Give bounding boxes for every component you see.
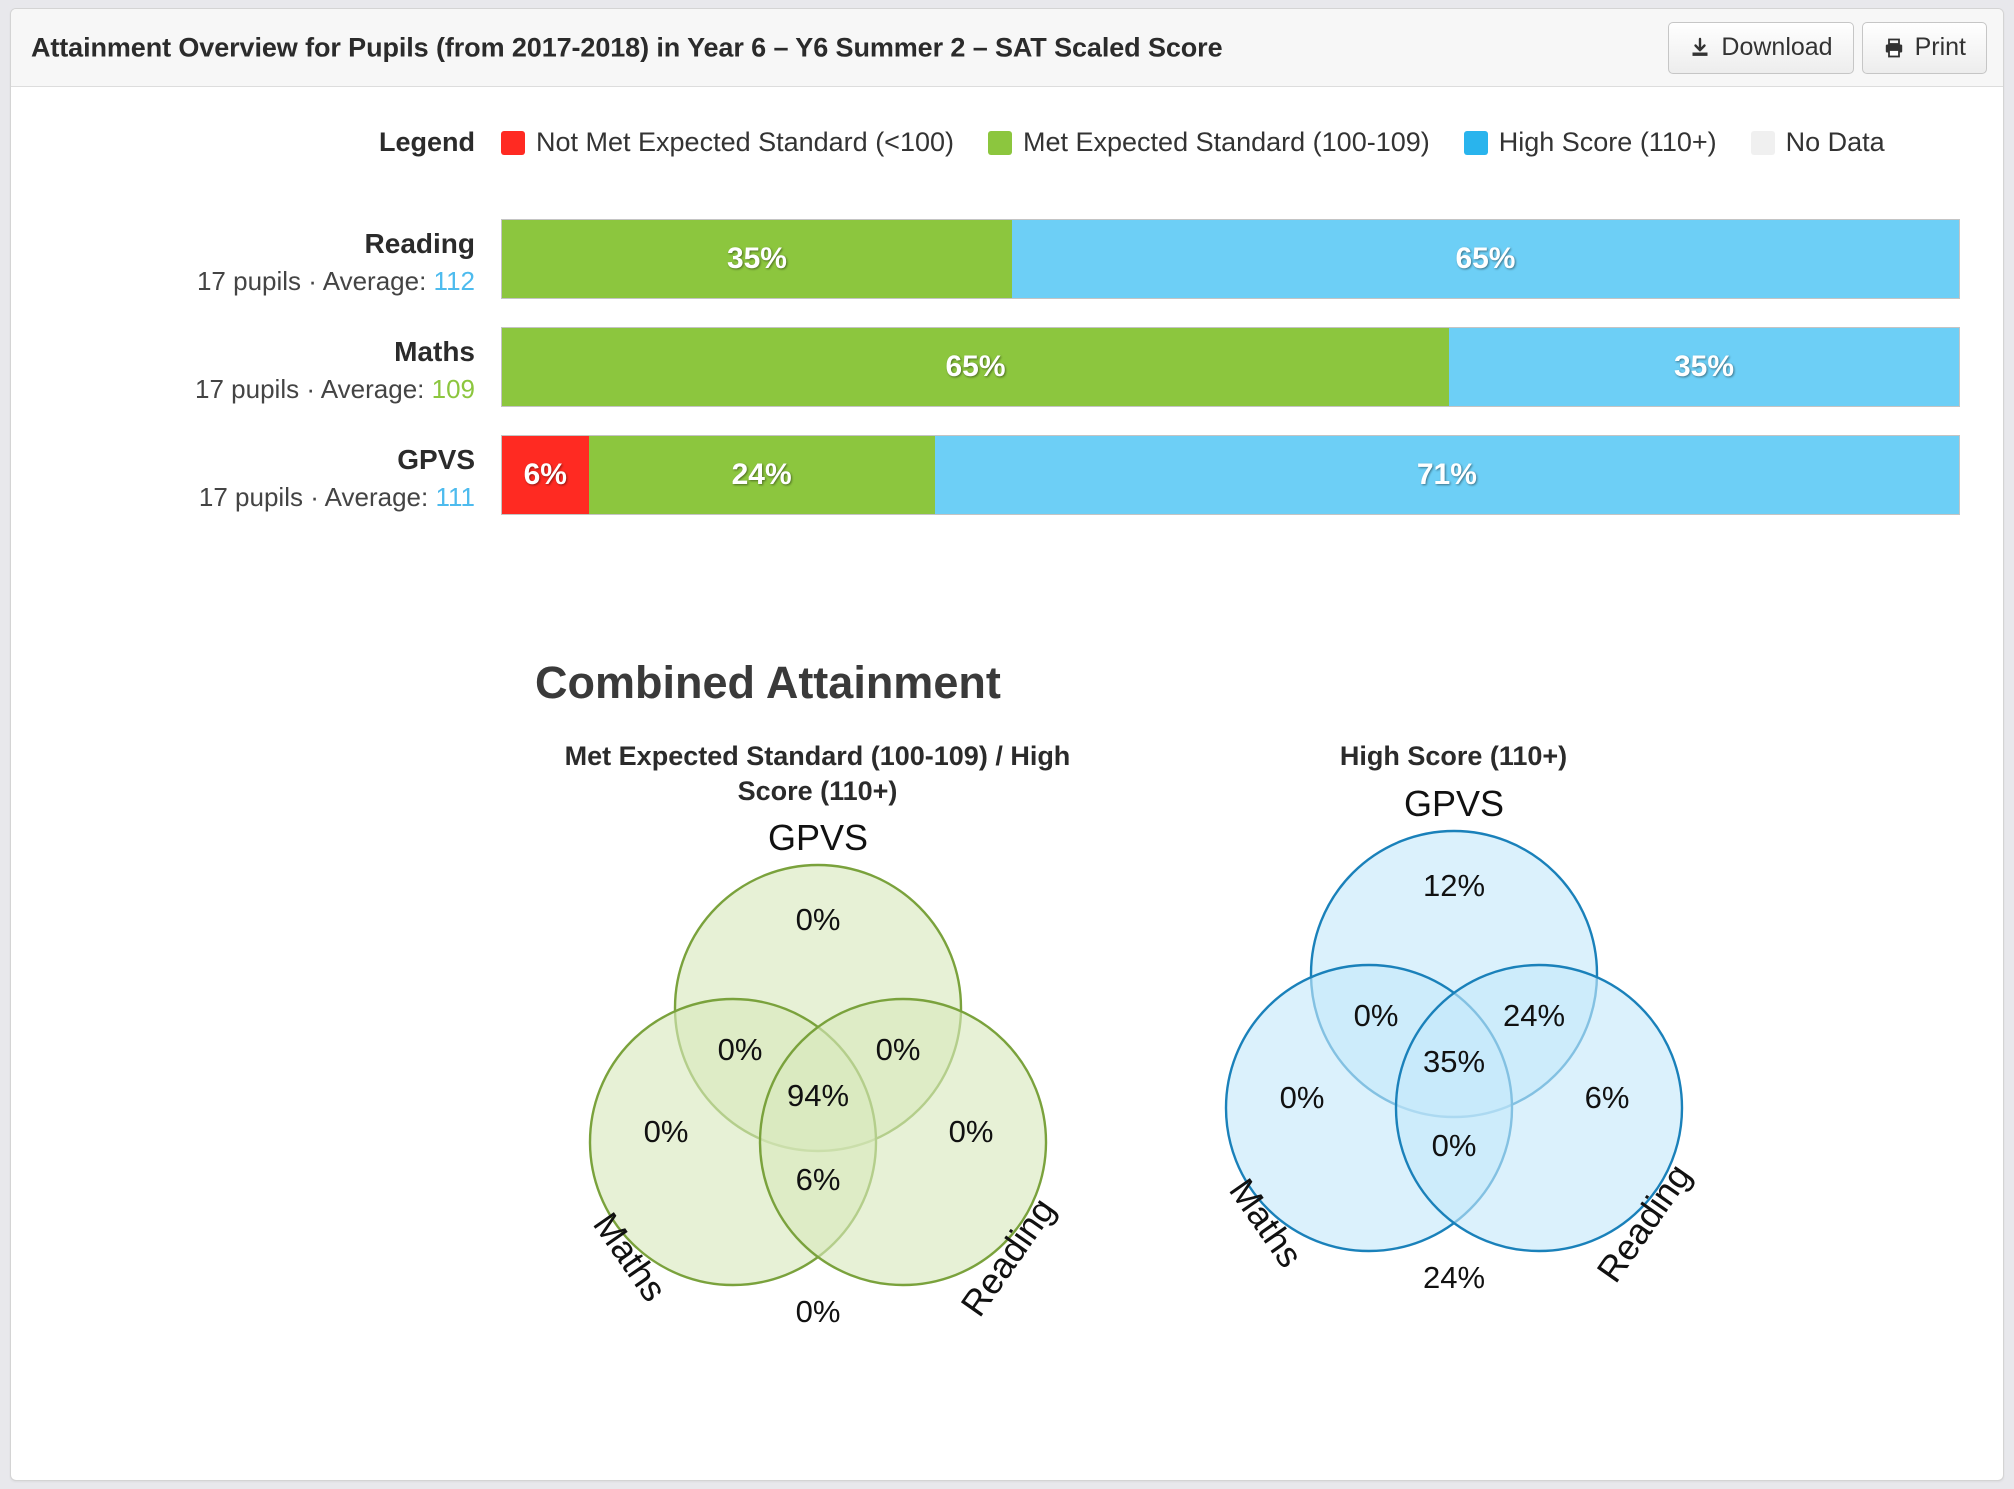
venn-caption-high-score: High Score (110+) <box>1339 741 1568 771</box>
subject-pupil-count: 17 pupils · Average: <box>198 482 436 513</box>
page-title: Attainment Overview for Pupils (from 201… <box>31 32 1223 62</box>
legend-item-label: High Score (110+) <box>1498 127 1717 157</box>
venn-region-gpvs-reading: 24% <box>1502 998 1564 1033</box>
venn-region-all-three: 94% <box>786 1078 848 1113</box>
legend-swatch-icon <box>501 130 525 155</box>
download-button[interactable]: Download <box>1668 21 1854 74</box>
printer-icon <box>1883 37 1905 59</box>
venn-region-all-three: 35% <box>1422 1044 1484 1079</box>
header-actions: Download Print <box>1668 21 1987 74</box>
page-root: Attainment Overview for Pupils (from 201… <box>0 0 2014 1489</box>
legend-item: No Data <box>1750 127 1885 158</box>
download-icon <box>1689 37 1711 59</box>
venn-region-outside: 24% <box>1422 1260 1484 1295</box>
venn-region-maths-only: 0% <box>1279 1080 1324 1115</box>
venn-diagram-high-score: GPVS12%0% 24%35%0% 6%0%24%Maths Reading <box>1221 783 1699 1295</box>
legend-label: Legend <box>378 127 475 157</box>
subject-bar-track: 6% 24% 71% <box>501 435 1960 516</box>
bar-segment-not_met[interactable]: 6% <box>502 436 589 515</box>
subject-name: Reading <box>364 228 475 259</box>
legend-items: Not Met Expected Standard (<100) Met Expe… <box>501 127 1885 158</box>
venn-region-gpvs-only: 0% <box>795 902 840 937</box>
bar-segment-high[interactable]: 35% <box>1449 328 1959 407</box>
subject-bars: Reading 17 pupils · Average: 112 35% 65% Mat… <box>11 219 2003 543</box>
venn-region-gpvs-only: 12% <box>1422 868 1484 903</box>
subject-pupil-count: 17 pupils · Average: <box>195 374 432 405</box>
panel-header: Attainment Overview for Pupils (from 201… <box>11 9 2003 87</box>
subject-average-value: 109 <box>431 374 475 405</box>
download-button-label: Download <box>1721 33 1833 61</box>
subject-bar-row: Reading 17 pupils · Average: 112 35% 65% <box>11 219 2003 299</box>
venn-set-label-top: GPVS <box>767 817 867 858</box>
legend-swatch-icon <box>1750 130 1775 155</box>
legend-item: Met Expected Standard (100-109) <box>988 127 1430 158</box>
subject-name: Maths <box>394 336 475 368</box>
subject-label-group: Maths 17 pupils · Average: 109 <box>11 327 501 407</box>
legend: Legend Not Met Expected Standard (<100) M… <box>11 127 2003 158</box>
venn-region-gpvs-maths: 0% <box>717 1032 762 1067</box>
subject-bar-track: 35% 65% <box>501 219 1960 299</box>
subject-name: GPVS <box>397 444 475 476</box>
subject-label-group: GPVS 17 pupils · Average: 111 <box>11 435 501 515</box>
bar-segment-met[interactable]: 24% <box>588 436 935 515</box>
print-button[interactable]: Print <box>1861 21 1987 74</box>
venn-region-maths-reading: 0% <box>1431 1128 1476 1163</box>
subject-summary: 17 pupils · Average: 109 <box>11 372 475 407</box>
subject-pupil-count: 17 pupils · Average: <box>196 266 434 297</box>
legend-item: High Score (110+) <box>1463 127 1717 158</box>
venn-set-label-top: GPVS <box>1403 783 1503 824</box>
venn-region-gpvs-maths: 0% <box>1353 998 1398 1033</box>
venn-area: Met Expected Standard (100-109) / High S… <box>11 739 2003 1429</box>
venn-diagram-met-or-high: GPVS0%0% 0%94%0% 0%6%0%Maths Reading <box>585 817 1063 1329</box>
venn-high-score: High Score (110+) GPVS 12% 0% 24% 35% 0% 6% 0% 2… <box>1171 739 1736 1338</box>
legend-item-label: No Data <box>1785 127 1885 157</box>
subject-label-group: Reading 17 pupils · Average: 112 <box>11 219 501 299</box>
legend-item-label: Not Met Expected Standard (<100) <box>536 127 954 157</box>
subject-bar-row: GPVS 17 pupils · Average: 111 6% 24% 71% <box>11 435 2003 516</box>
attainment-panel: Attainment Overview for Pupils (from 201… <box>10 8 2004 1481</box>
subject-average-value: 112 <box>433 266 475 297</box>
legend-item: Not Met Expected Standard (<100) <box>501 127 954 158</box>
combined-attainment-heading: Combined Attainment <box>535 657 1001 708</box>
venn-region-maths-reading: 6% <box>795 1162 840 1197</box>
subject-bar-row: Maths 17 pupils · Average: 109 65% 35% <box>11 327 2003 408</box>
legend-swatch-icon <box>988 130 1012 155</box>
bar-segment-high[interactable]: 65% <box>1011 220 1959 298</box>
bar-segment-met[interactable]: 35% <box>502 220 1012 298</box>
legend-item-label: Met Expected Standard (100-109) <box>1023 127 1430 157</box>
bar-segment-high[interactable]: 71% <box>934 436 1960 515</box>
legend-swatch-icon <box>1463 130 1488 155</box>
subject-bar-track: 65% 35% <box>501 327 1960 408</box>
subject-summary: 17 pupils · Average: 112 <box>11 264 475 299</box>
subject-summary: 17 pupils · Average: 111 <box>11 480 475 515</box>
venn-region-outside: 0% <box>795 1294 840 1329</box>
subject-average-value: 111 <box>435 482 475 513</box>
venn-region-reading-only: 0% <box>948 1114 993 1149</box>
venn-region-maths-only: 0% <box>643 1114 688 1149</box>
print-button-label: Print <box>1914 33 1966 61</box>
bar-segment-met[interactable]: 65% <box>502 328 1450 407</box>
venn-caption-met-or-high: Met Expected Standard (100-109) / High S… <box>564 741 1071 806</box>
venn-region-gpvs-reading: 0% <box>875 1032 920 1067</box>
venn-met-or-high: Met Expected Standard (100-109) / High S… <box>535 739 1100 1372</box>
venn-region-reading-only: 6% <box>1584 1080 1629 1115</box>
